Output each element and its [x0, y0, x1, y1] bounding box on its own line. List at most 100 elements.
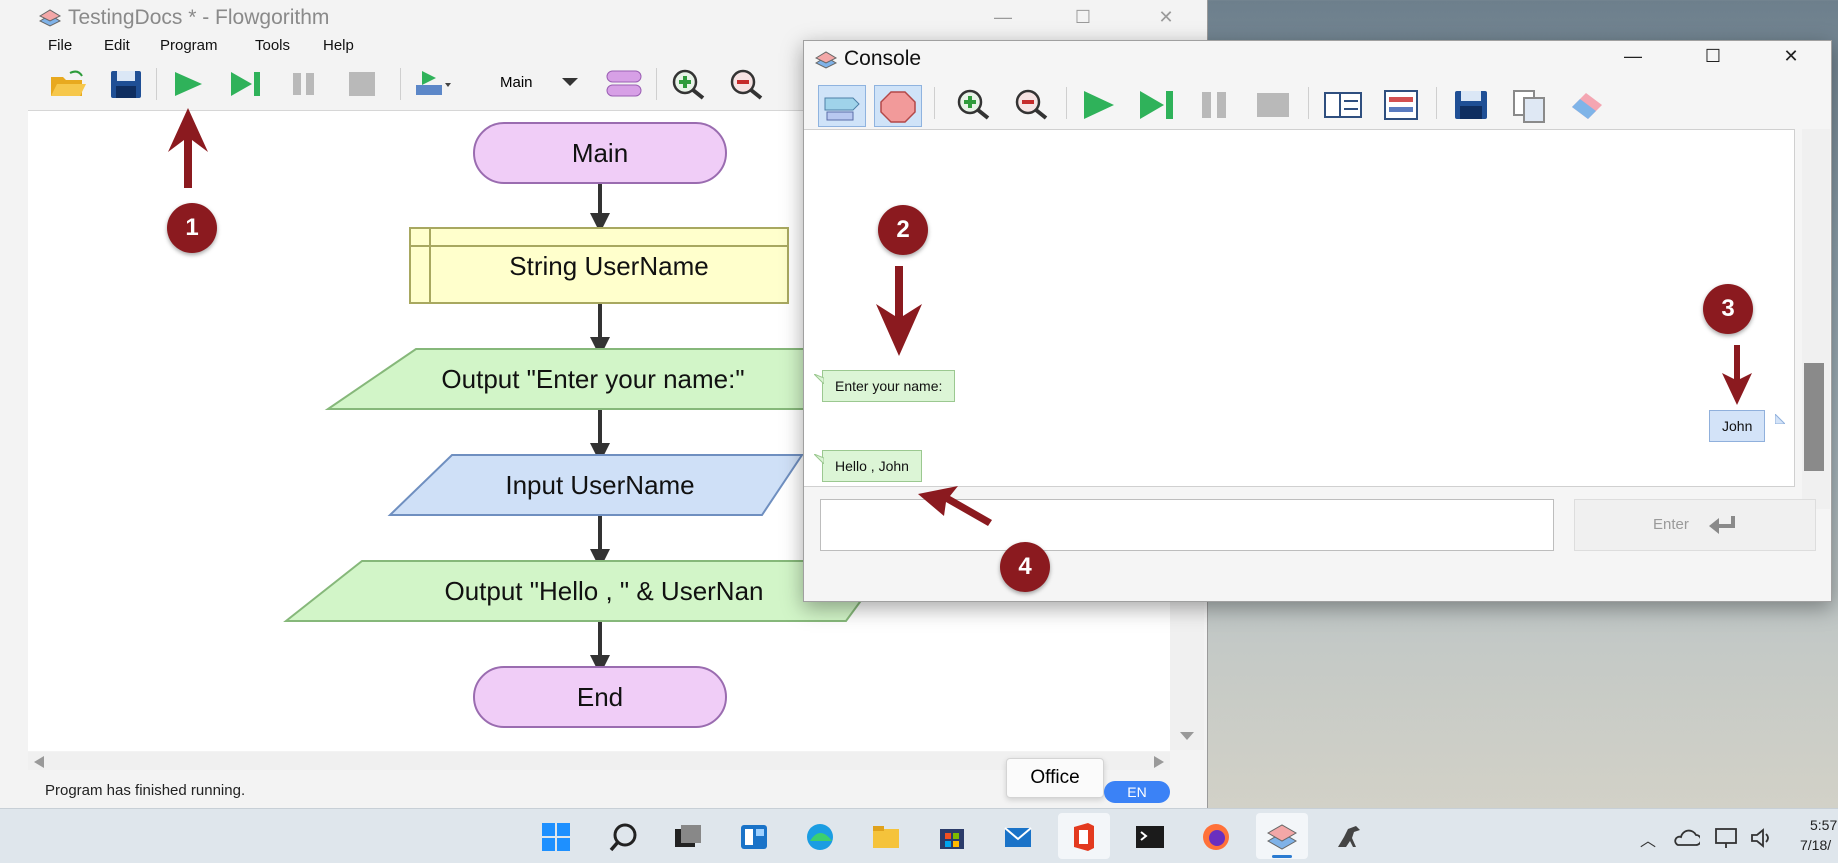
flowgorithm-app-icon — [814, 51, 838, 69]
enter-key-icon — [1709, 516, 1735, 534]
chevron-up-icon[interactable]: ︿ — [1640, 827, 1656, 851]
show-chat-view-icon[interactable] — [818, 85, 866, 127]
copy-icon[interactable] — [1506, 85, 1552, 125]
console-close-button[interactable]: ✕ — [1768, 43, 1814, 69]
play-icon[interactable] — [1076, 85, 1122, 125]
play-icon[interactable] — [168, 67, 208, 101]
mail-icon[interactable] — [1002, 821, 1034, 853]
office-taskbar-slot[interactable] — [1058, 813, 1110, 859]
layout-icon[interactable] — [1320, 85, 1366, 125]
console-minimize-button[interactable]: — — [1610, 43, 1656, 69]
declare-label: String UserName — [509, 251, 708, 281]
input-label: Input UserName — [505, 470, 694, 500]
clock-date[interactable]: 7/18/ — [1800, 837, 1831, 853]
scroll-down-icon[interactable] — [1180, 732, 1194, 742]
annotation-badge-4: 4 — [1000, 542, 1050, 592]
step-icon[interactable] — [1134, 85, 1180, 125]
flowgorithm-app-icon — [1266, 824, 1298, 850]
terminal-icon[interactable] — [1134, 821, 1166, 853]
menu-help[interactable]: Help — [323, 37, 354, 54]
end-label: End — [577, 682, 623, 712]
flowgorithm-taskbar-slot[interactable] — [1256, 813, 1308, 859]
folder-open-icon[interactable] — [48, 67, 88, 101]
language-badge[interactable]: EN — [1104, 781, 1170, 803]
status-text: Program has finished running. — [45, 782, 246, 799]
pause-icon[interactable] — [284, 67, 324, 101]
stop-sign-icon[interactable] — [874, 85, 922, 127]
title-bar[interactable]: TestingDocs * - Flowgorithm — ☐ ✕ — [0, 0, 1207, 34]
horizontal-scrollbar[interactable] — [28, 752, 1170, 770]
program-output-bubble: Enter your name: — [822, 370, 956, 402]
firefox-icon[interactable] — [1200, 821, 1232, 853]
office-tooltip: Office — [1006, 758, 1104, 798]
menu-tools[interactable]: Tools — [255, 37, 290, 54]
bubble-tail — [814, 454, 824, 464]
annotation-badge-3: 3 — [1703, 284, 1753, 334]
result-output-text: Hello , John — [835, 458, 909, 474]
scroll-right-icon[interactable] — [1154, 756, 1164, 768]
enter-button-label: Enter — [1653, 516, 1689, 533]
active-indicator — [1272, 855, 1292, 858]
task-view-icon[interactable] — [672, 821, 704, 853]
onedrive-cloud-icon[interactable] — [1672, 829, 1700, 847]
network-icon[interactable] — [1714, 827, 1740, 849]
edge-browser-icon[interactable] — [804, 821, 836, 853]
program-output-text: Enter your name: — [835, 378, 943, 394]
enter-button[interactable]: Enter — [1574, 499, 1816, 551]
close-button[interactable]: ✕ — [1143, 4, 1189, 30]
taskbar: ︿ 5:57 7/18/ — [0, 808, 1838, 863]
save-icon[interactable] — [106, 67, 146, 101]
zoom-out-icon[interactable] — [1008, 85, 1054, 125]
file-explorer-icon[interactable] — [870, 821, 902, 853]
widgets-icon[interactable] — [738, 821, 770, 853]
console-maximize-button[interactable]: ☐ — [1690, 43, 1736, 69]
stop-icon[interactable] — [1250, 85, 1296, 125]
output-label-1: Output "Enter your name:" — [441, 364, 744, 394]
console-scroll-thumb[interactable] — [1804, 363, 1824, 471]
zoom-in-icon[interactable] — [950, 85, 996, 125]
eraser-icon[interactable] — [1564, 85, 1610, 125]
dinosaur-app-icon[interactable] — [1332, 821, 1364, 853]
office-tooltip-text: Office — [1030, 767, 1080, 788]
function-select[interactable]: Main — [500, 74, 533, 91]
add-function-icon[interactable] — [412, 67, 452, 101]
variables-icon[interactable] — [1378, 85, 1424, 125]
menu-program[interactable]: Program — [160, 37, 218, 54]
flowgorithm-app-icon — [38, 9, 62, 27]
search-icon[interactable] — [608, 821, 640, 853]
windows-start-icon[interactable] — [540, 821, 572, 853]
maximize-button[interactable]: ☐ — [1060, 4, 1106, 30]
language-badge-text: EN — [1127, 784, 1147, 800]
console-output: Enter your name: John Hello , John — [804, 129, 1795, 487]
output-label-2: Output "Hello , " & UserNan — [444, 576, 763, 606]
chevron-down-icon[interactable] — [562, 78, 578, 88]
office-icon — [1074, 823, 1094, 851]
annotation-arrow-1 — [168, 108, 208, 188]
annotation-arrow-4 — [918, 486, 992, 526]
annotation-arrow-3 — [1722, 345, 1752, 405]
menu-file[interactable]: File — [48, 37, 72, 54]
save-icon[interactable] — [1448, 85, 1494, 125]
pause-icon[interactable] — [1192, 85, 1238, 125]
user-input-text: John — [1722, 418, 1753, 434]
scroll-left-icon[interactable] — [34, 756, 44, 768]
console-title: Console — [844, 47, 922, 70]
stop-icon[interactable] — [342, 67, 382, 101]
clock-time[interactable]: 5:57 — [1810, 817, 1837, 833]
annotation-badge-2: 2 — [878, 205, 928, 255]
microsoft-store-icon[interactable] — [936, 821, 968, 853]
bubble-tail — [814, 374, 824, 384]
speaker-icon[interactable] — [1750, 827, 1776, 849]
annotation-arrow-2 — [876, 266, 922, 356]
bubble-tail — [1775, 414, 1785, 424]
zoom-in-icon[interactable] — [668, 67, 708, 101]
user-input-bubble: John — [1709, 410, 1766, 442]
window-title: TestingDocs * - Flowgorithm — [68, 6, 330, 29]
function-shape-icon[interactable] — [604, 67, 644, 101]
start-label: Main — [572, 138, 628, 168]
menu-edit[interactable]: Edit — [104, 37, 130, 54]
minimize-button[interactable]: — — [980, 4, 1026, 30]
annotation-badge-1: 1 — [167, 203, 217, 253]
step-icon[interactable] — [226, 67, 266, 101]
zoom-out-icon[interactable] — [726, 67, 766, 101]
